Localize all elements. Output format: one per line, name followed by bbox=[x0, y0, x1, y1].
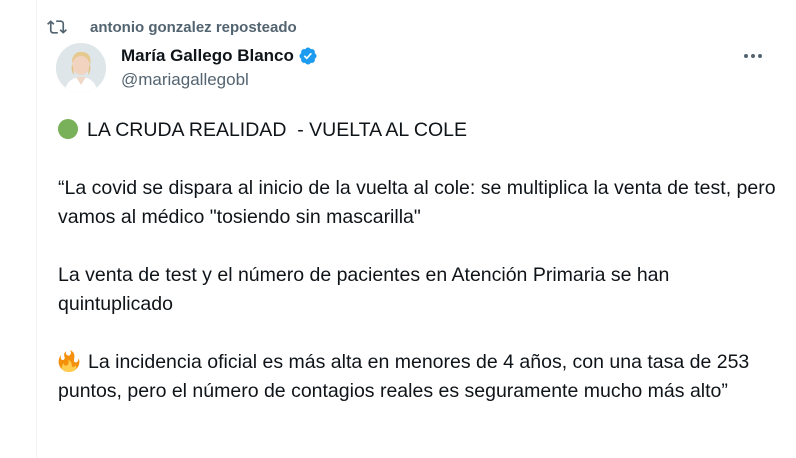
more-dot bbox=[758, 54, 762, 58]
author-handle[interactable]: @mariagallegobl bbox=[121, 70, 249, 90]
more-dot bbox=[751, 54, 755, 58]
author-name-row: María Gallego Blanco bbox=[121, 44, 318, 68]
tweet-paragraph-incidence-text: La incidencia oficial es más alta en men… bbox=[58, 351, 755, 402]
tweet-paragraph-quote: “La covid se dispara al inicio de la vue… bbox=[58, 177, 781, 228]
tweet-paragraph-sales: La venta de test y el número de paciente… bbox=[58, 264, 675, 315]
verified-badge-icon bbox=[298, 46, 318, 66]
avatar[interactable] bbox=[56, 43, 106, 93]
green-circle-icon bbox=[58, 119, 78, 139]
tweet-headline-text: LA CRUDA REALIDAD - VUELTA AL COLE bbox=[87, 119, 468, 141]
more-options-button[interactable] bbox=[738, 44, 768, 68]
fire-icon bbox=[58, 350, 80, 372]
tweet-paragraph-incidence: La incidencia oficial es más alta en men… bbox=[58, 348, 778, 406]
tweet-text: LA CRUDA REALIDAD - VUELTA AL COLE “La c… bbox=[58, 116, 778, 435]
repost-icon bbox=[46, 16, 68, 38]
repost-text[interactable]: antonio gonzalez reposteado bbox=[90, 19, 297, 36]
tweet-headline: LA CRUDA REALIDAD - VUELTA AL COLE bbox=[58, 116, 778, 145]
author-display-name[interactable]: María Gallego Blanco bbox=[121, 46, 294, 66]
repost-indicator: antonio gonzalez reposteado bbox=[46, 16, 297, 38]
more-dot bbox=[744, 54, 748, 58]
